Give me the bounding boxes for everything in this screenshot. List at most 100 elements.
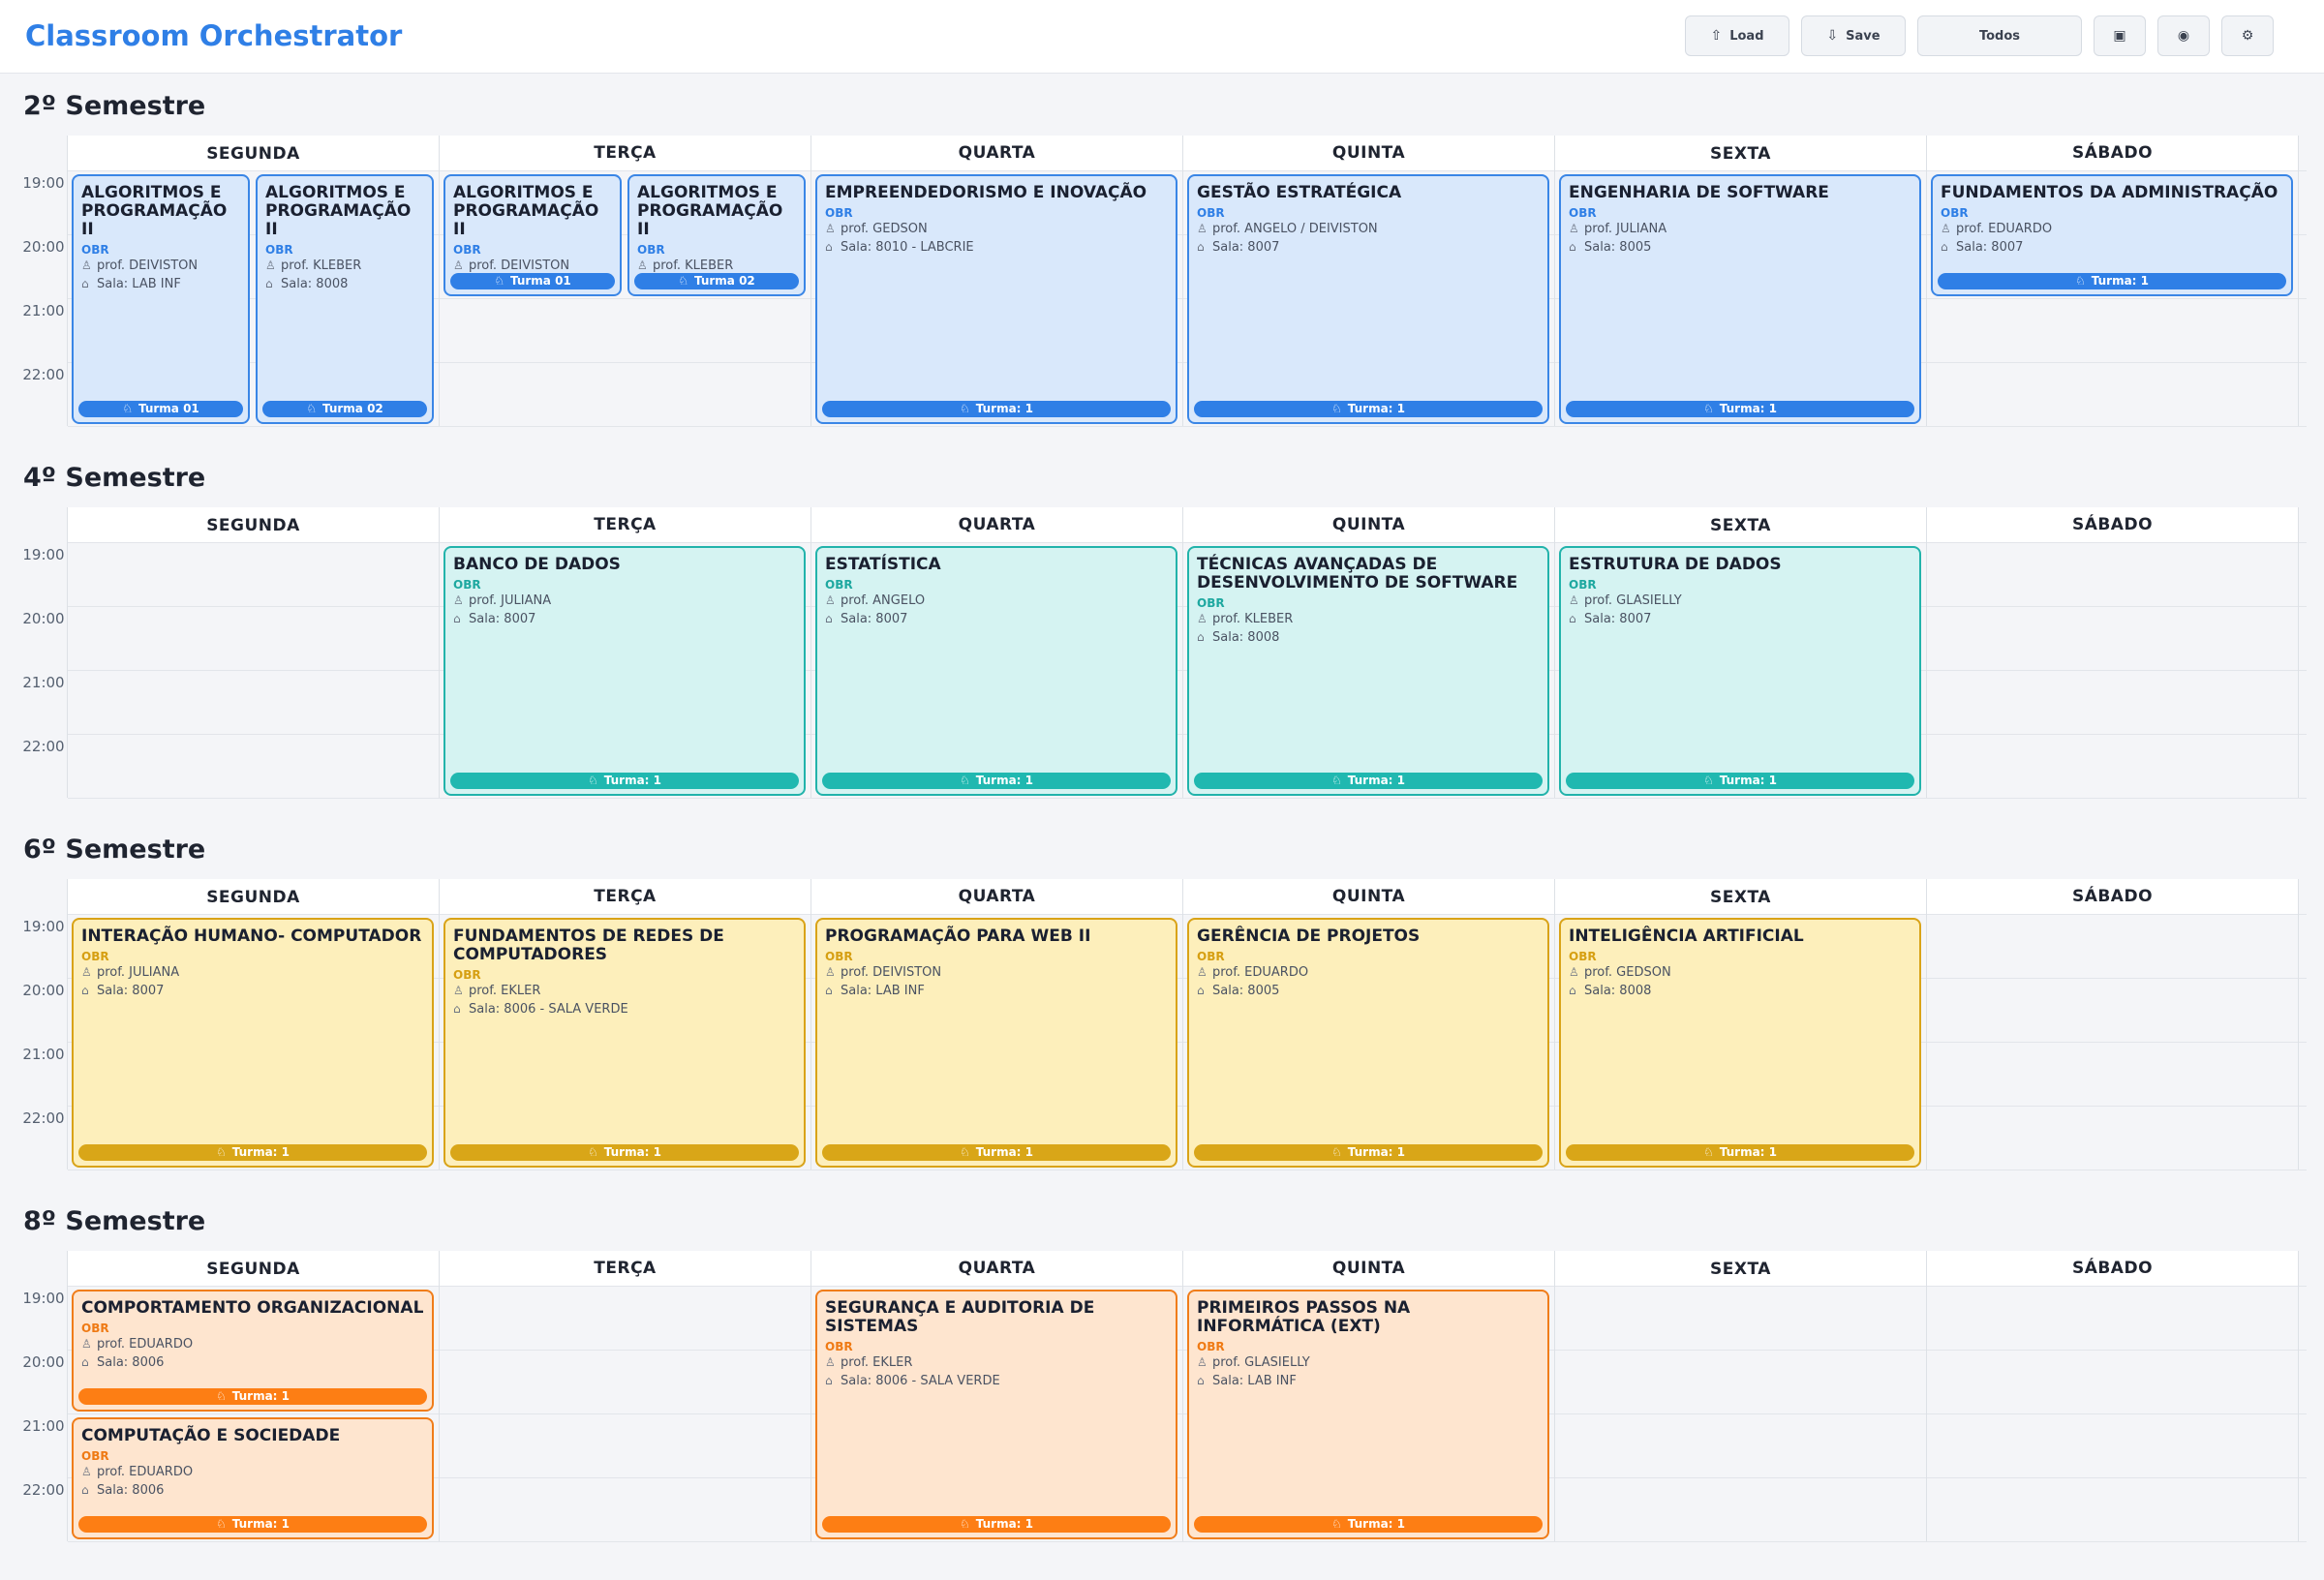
group-icon: ♘ bbox=[1330, 1517, 1342, 1531]
room-icon: ⌂ bbox=[825, 612, 833, 625]
day-header: SÁBADO bbox=[1927, 507, 2298, 542]
semester-grid: SEGUNDA TERÇA QUARTA QUINTA SEXTA SÁBADO 19:00… bbox=[19, 879, 2307, 1170]
room-icon: ⌂ bbox=[453, 1002, 461, 1016]
day-header: QUARTA bbox=[811, 1251, 1182, 1286]
person-icon: ♙ bbox=[1569, 222, 1579, 235]
professor-line: ♙ prof. EDUARDO bbox=[74, 1463, 432, 1481]
room-name: Sala: 8007 bbox=[1584, 612, 1652, 626]
professor-line: ♙ prof. ANGELO / DEIVISTON bbox=[1189, 220, 1547, 238]
class-name: ESTATÍSTICA bbox=[825, 555, 941, 574]
day-header: SEGUNDA bbox=[68, 507, 439, 542]
day-header: SEGUNDA bbox=[68, 136, 439, 170]
room-icon: ⌂ bbox=[1197, 1374, 1205, 1387]
class-card[interactable]: GESTÃO ESTRATÉGICA OBR ♙ prof. ANGELO / DEI… bbox=[1187, 174, 1549, 424]
room-name: Sala: 8008 bbox=[281, 277, 349, 291]
turma-label: Turma 02 bbox=[693, 274, 755, 288]
grid-col-line bbox=[1926, 507, 1927, 798]
grid-col-line bbox=[810, 136, 811, 426]
person-icon: ♙ bbox=[1941, 222, 1951, 235]
group-icon: ♘ bbox=[494, 274, 505, 288]
turma-badge: ♘ Turma: 1 bbox=[78, 1516, 427, 1533]
room-name: Sala: 8006 - SALA VERDE bbox=[841, 1374, 1000, 1388]
grid-row-line bbox=[68, 1286, 2307, 1287]
class-card[interactable]: COMPUTAÇÃO E SOCIEDADE OBR ♙ prof. EDUARDO ⌂… bbox=[72, 1417, 434, 1539]
class-card[interactable]: ALGORITMOS E PROGRAMAÇÃO II OBR ♙ prof. KLE… bbox=[627, 174, 806, 296]
class-card[interactable]: EMPREENDEDORISMO E INOVAÇÃO OBR ♙ prof. GED… bbox=[815, 174, 1177, 424]
class-card[interactable]: ESTATÍSTICA OBR ♙ prof. ANGELO ⌂ Sala: 8007 ♘ T… bbox=[815, 546, 1177, 796]
group-icon: ♘ bbox=[2074, 274, 2086, 288]
professor-line: ♙ prof. EDUARDO bbox=[1189, 963, 1547, 982]
group-icon: ♘ bbox=[215, 1145, 227, 1159]
upload-icon: ⇧ bbox=[1710, 28, 1723, 44]
class-card[interactable]: COMPORTAMENTO ORGANIZACIONAL OBR ♙ prof. ED… bbox=[72, 1290, 434, 1412]
professor-name: prof. ANGELO bbox=[841, 593, 926, 608]
grid-col-line bbox=[810, 1251, 811, 1541]
turma-label: Turma 02 bbox=[321, 402, 383, 415]
save-button[interactable]: ⇩ Save bbox=[1801, 15, 1906, 56]
class-card[interactable]: ALGORITMOS E PROGRAMAÇÃO II OBR ♙ prof. DEI… bbox=[443, 174, 622, 296]
class-card[interactable]: BANCO DE DADOS OBR ♙ prof. JULIANA ⌂ Sala: 80… bbox=[443, 546, 806, 796]
room-icon: ⌂ bbox=[265, 277, 273, 290]
turma-label: Turma: 1 bbox=[2091, 274, 2150, 288]
turma-badge: ♘ Turma: 1 bbox=[1566, 773, 1914, 789]
room-line: ⌂ Sala: 8005 bbox=[1189, 982, 1547, 1000]
class-card[interactable]: PROGRAMAÇÃO PARA WEB II OBR ♙ prof. DEIVIST… bbox=[815, 918, 1177, 1168]
room-name: Sala: LAB INF bbox=[97, 277, 181, 291]
view-button[interactable]: ▣ bbox=[2094, 15, 2146, 56]
group-icon: ♘ bbox=[678, 274, 688, 288]
class-card[interactable]: TÉCNICAS AVANÇADAS DE DESENVOLVIMENTO DE… bbox=[1187, 546, 1549, 796]
class-card[interactable]: GERÊNCIA DE PROJETOS OBR ♙ prof. EDUARDO ⌂ Sa… bbox=[1187, 918, 1549, 1168]
person-icon: ♙ bbox=[81, 258, 92, 272]
class-name: BANCO DE DADOS bbox=[453, 555, 621, 574]
day-header: QUINTA bbox=[1183, 507, 1554, 542]
class-name: SEGURANÇA E AUDITORIA DE SISTEMAS bbox=[825, 1298, 1095, 1336]
app-title: Classroom Orchestrator bbox=[25, 19, 403, 52]
turma-label: Turma: 1 bbox=[1347, 1145, 1406, 1159]
turma-badge: ♘ Turma: 1 bbox=[1938, 273, 2286, 289]
time-label: 19:00 bbox=[22, 918, 65, 935]
class-card[interactable]: FUNDAMENTOS DA ADMINISTRAÇÃO OBR ♙ prof. ED… bbox=[1931, 174, 2293, 296]
load-button[interactable]: ⇧ Load bbox=[1685, 15, 1789, 56]
settings-button[interactable]: ⚙ bbox=[2221, 15, 2274, 56]
class-card[interactable]: INTELIGÊNCIA ARTIFICIAL OBR ♙ prof. GEDSON ⌂… bbox=[1559, 918, 1921, 1168]
room-line: ⌂ Sala: 8010 - LABCRIE bbox=[817, 238, 1176, 257]
grid-col-line bbox=[439, 879, 440, 1170]
turma-badge: ♘ Turma 02 bbox=[634, 273, 799, 289]
room-name: Sala: 8007 bbox=[1956, 240, 2024, 255]
class-type-tag: OBR bbox=[1941, 206, 1969, 220]
class-name: PRIMEIROS PASSOS NA INFORMÁTICA (EXT) bbox=[1197, 1298, 1411, 1336]
class-card[interactable]: ALGORITMOS E PROGRAMAÇÃO II OBR ♙ prof. DEI… bbox=[72, 174, 250, 424]
class-card[interactable]: SEGURANÇA E AUDITORIA DE SISTEMAS OBR ♙ pro… bbox=[815, 1290, 1177, 1539]
class-card[interactable]: ESTRUTURA DE DADOS OBR ♙ prof. GLASIELLY ⌂ Sa… bbox=[1559, 546, 1921, 796]
class-type-tag: OBR bbox=[81, 243, 109, 257]
class-card[interactable]: ALGORITMOS E PROGRAMAÇÃO II OBR ♙ prof. KLE… bbox=[256, 174, 434, 424]
class-card[interactable]: PRIMEIROS PASSOS NA INFORMÁTICA (EXT) OBR… bbox=[1187, 1290, 1549, 1539]
time-label: 21:00 bbox=[22, 1046, 65, 1063]
professor-line: ♙ prof. JULIANA bbox=[1561, 220, 1919, 238]
professor-line: ♙ prof. JULIANA bbox=[74, 963, 432, 982]
room-name: Sala: 8007 bbox=[97, 984, 165, 998]
room-line: ⌂ Sala: 8007 bbox=[445, 610, 804, 628]
group-icon: ♘ bbox=[959, 402, 970, 415]
room-line: ⌂ Sala: LAB INF bbox=[74, 275, 248, 293]
time-label: 20:00 bbox=[22, 610, 65, 627]
day-header: SÁBADO bbox=[1927, 136, 2298, 170]
professor-name: prof. KLEBER bbox=[653, 258, 734, 273]
day-header: QUARTA bbox=[811, 136, 1182, 170]
filter-select[interactable]: Todos bbox=[1917, 15, 2082, 56]
class-card[interactable]: INTERAÇÃO HUMANO- COMPUTADOR OBR ♙ prof. JU… bbox=[72, 918, 434, 1168]
theme-button[interactable]: ◉ bbox=[2157, 15, 2210, 56]
turma-badge: ♘ Turma: 1 bbox=[1194, 401, 1543, 417]
class-name: INTERAÇÃO HUMANO- COMPUTADOR bbox=[81, 927, 422, 946]
turma-badge: ♘ Turma: 1 bbox=[822, 1516, 1171, 1533]
time-label: 20:00 bbox=[22, 238, 65, 256]
grid-row-line bbox=[68, 914, 2307, 915]
class-name: GERÊNCIA DE PROJETOS bbox=[1197, 927, 1421, 946]
class-card[interactable]: FUNDAMENTOS DE REDES DE COMPUTADORES OBR ♙… bbox=[443, 918, 806, 1168]
professor-name: prof. JULIANA bbox=[1584, 222, 1667, 236]
day-header: TERÇA bbox=[440, 879, 810, 914]
class-name: GESTÃO ESTRATÉGICA bbox=[1197, 183, 1402, 202]
group-icon: ♘ bbox=[1702, 774, 1714, 787]
class-card[interactable]: ENGENHARIA DE SOFTWARE OBR ♙ prof. JULIANA ⌂… bbox=[1559, 174, 1921, 424]
semester-title: 8º Semestre bbox=[23, 1206, 206, 1236]
